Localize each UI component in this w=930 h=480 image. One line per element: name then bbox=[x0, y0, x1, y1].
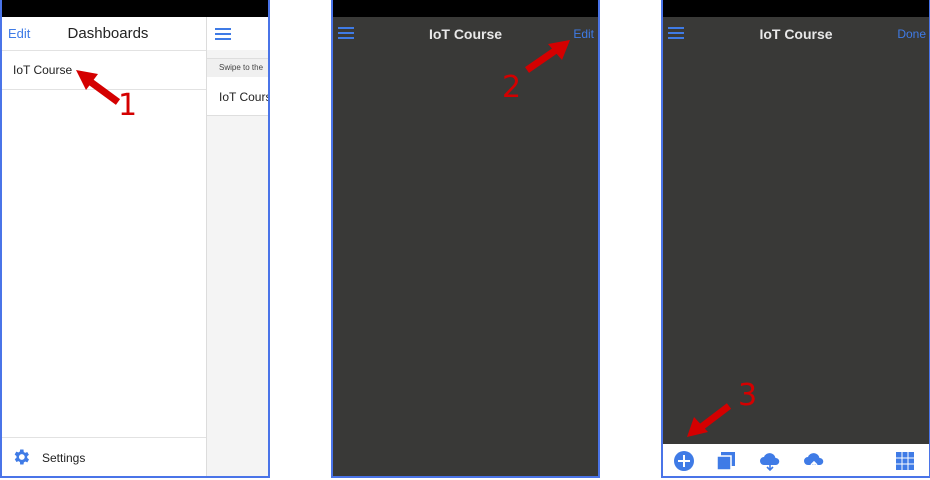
arrow-step-1 bbox=[76, 70, 121, 105]
arrow-step-3 bbox=[687, 403, 732, 437]
step-number-2: 2 bbox=[502, 70, 522, 105]
step-number-3: 3 bbox=[738, 378, 758, 413]
arrow-step-2 bbox=[525, 40, 570, 73]
step-number-1: 1 bbox=[118, 88, 138, 123]
annotation-arrows bbox=[76, 40, 732, 437]
